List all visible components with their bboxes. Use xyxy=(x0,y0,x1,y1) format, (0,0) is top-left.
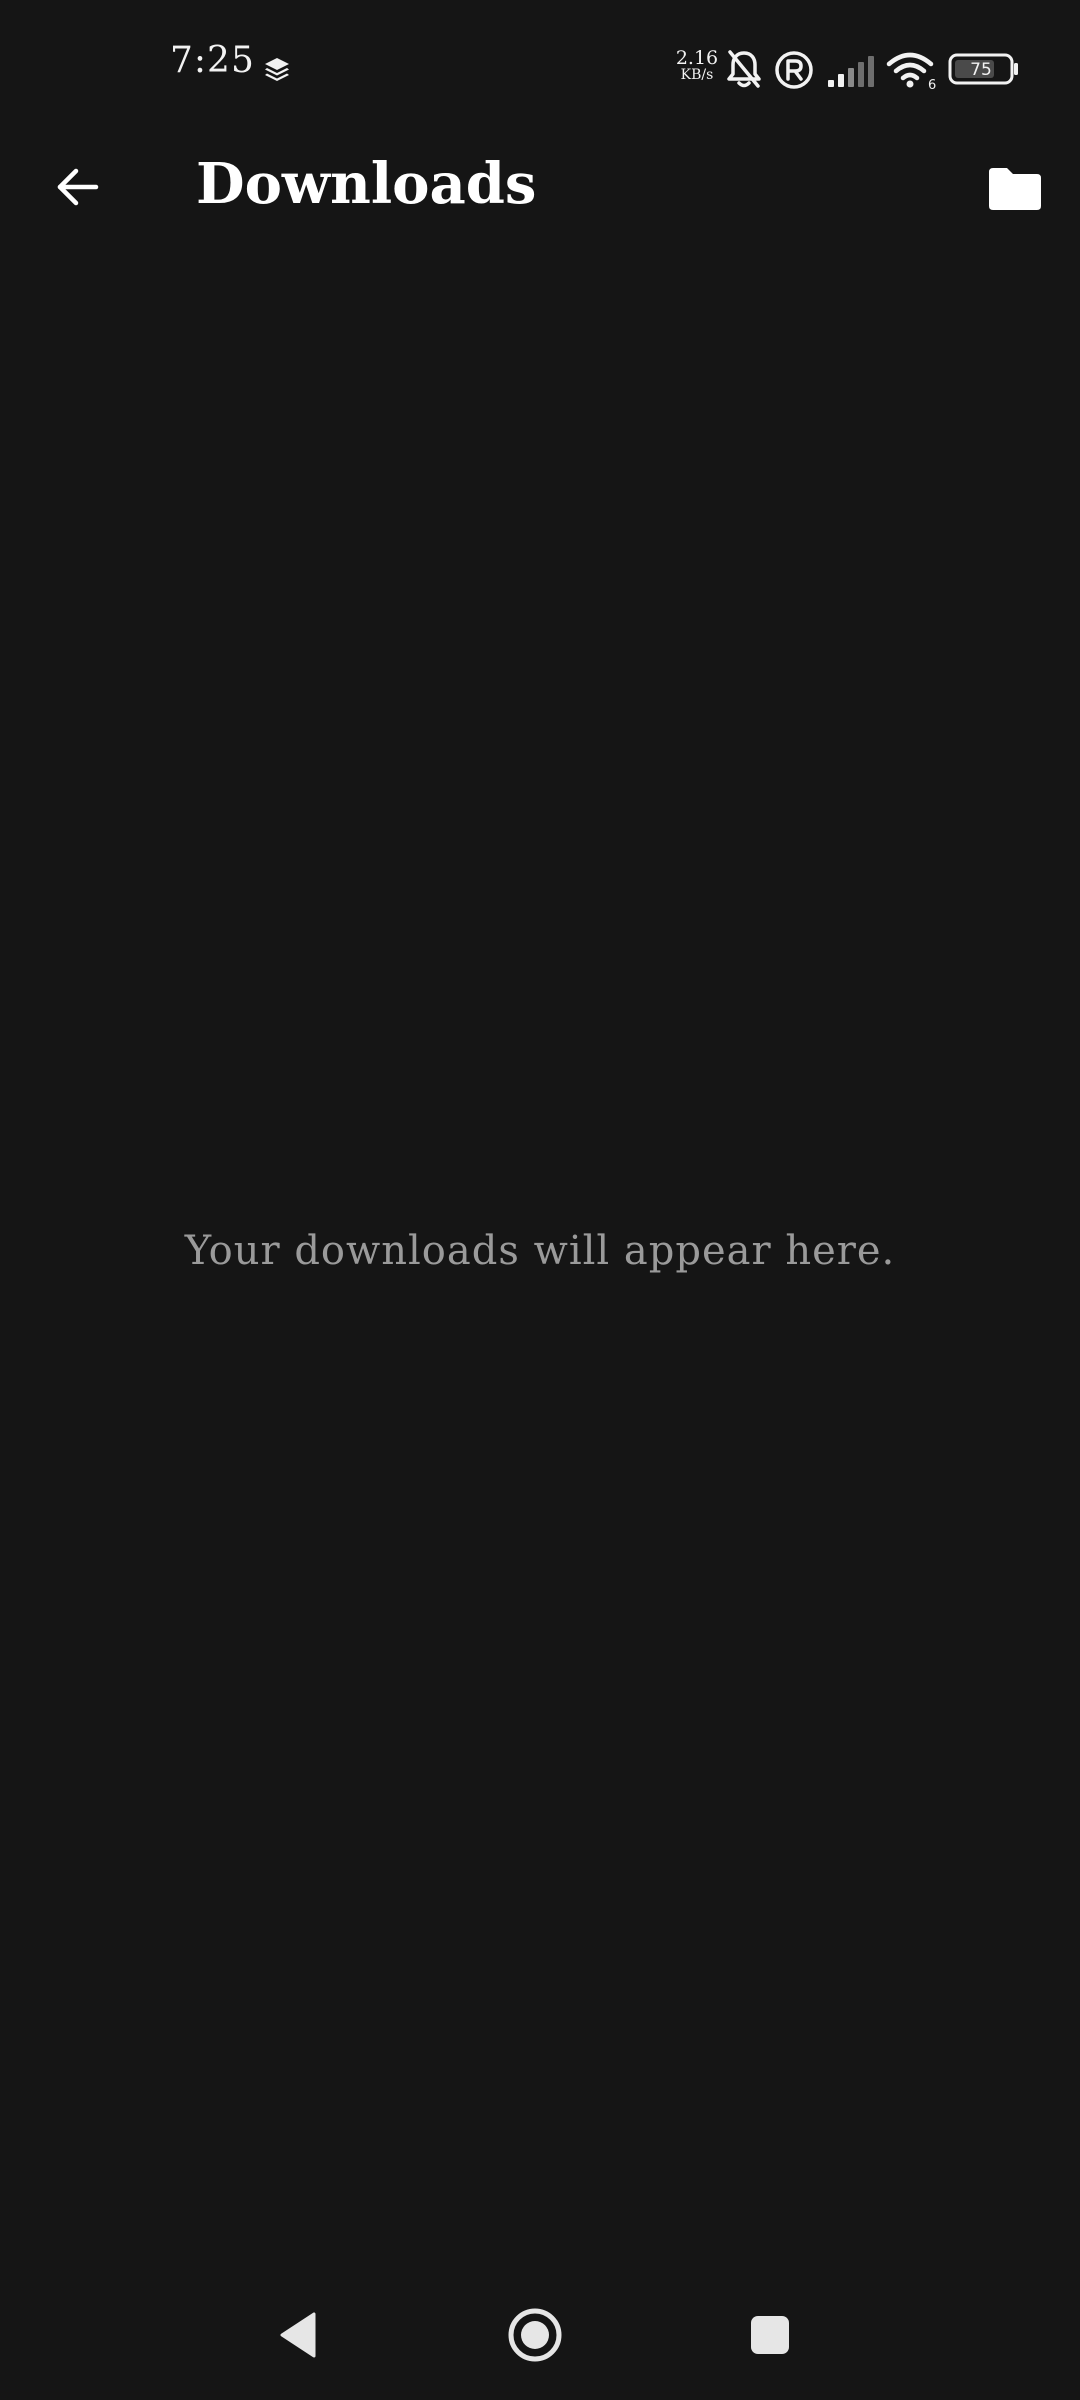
network-speed: 2.16 KB/s xyxy=(670,47,724,84)
nav-home-button[interactable] xyxy=(490,2290,580,2380)
folder-icon xyxy=(989,168,1041,210)
registered-icon xyxy=(774,50,814,94)
nav-back-button[interactable] xyxy=(254,2290,344,2380)
wifi-icon: 6 xyxy=(886,50,938,94)
back-button[interactable] xyxy=(42,152,112,222)
battery-icon: 75 xyxy=(948,52,1020,90)
network-speed-unit: KB/s xyxy=(680,67,714,83)
app-bar: Downloads xyxy=(0,136,1080,226)
back-triangle-icon xyxy=(280,2312,316,2358)
home-circle-icon xyxy=(508,2308,562,2362)
page-title: Downloads xyxy=(196,151,537,217)
signal-icon xyxy=(826,54,876,92)
status-bar: 7:25 2.16 KB/s 6 75 xyxy=(0,0,1080,136)
recents-square-icon xyxy=(751,2316,789,2354)
arrow-left-icon xyxy=(57,168,99,206)
wifi-badge: 6 xyxy=(928,78,936,90)
bell-off-icon xyxy=(724,48,764,94)
battery-level: 75 xyxy=(970,60,992,80)
nav-recents-button[interactable] xyxy=(725,2290,815,2380)
open-folder-button[interactable] xyxy=(966,154,1062,224)
layers-icon xyxy=(262,54,292,84)
network-speed-value: 2.16 xyxy=(675,47,719,69)
navigation-bar xyxy=(0,2290,1080,2380)
status-time: 7:25 xyxy=(170,40,255,81)
empty-state-message: Your downloads will appear here. xyxy=(184,1228,896,1274)
